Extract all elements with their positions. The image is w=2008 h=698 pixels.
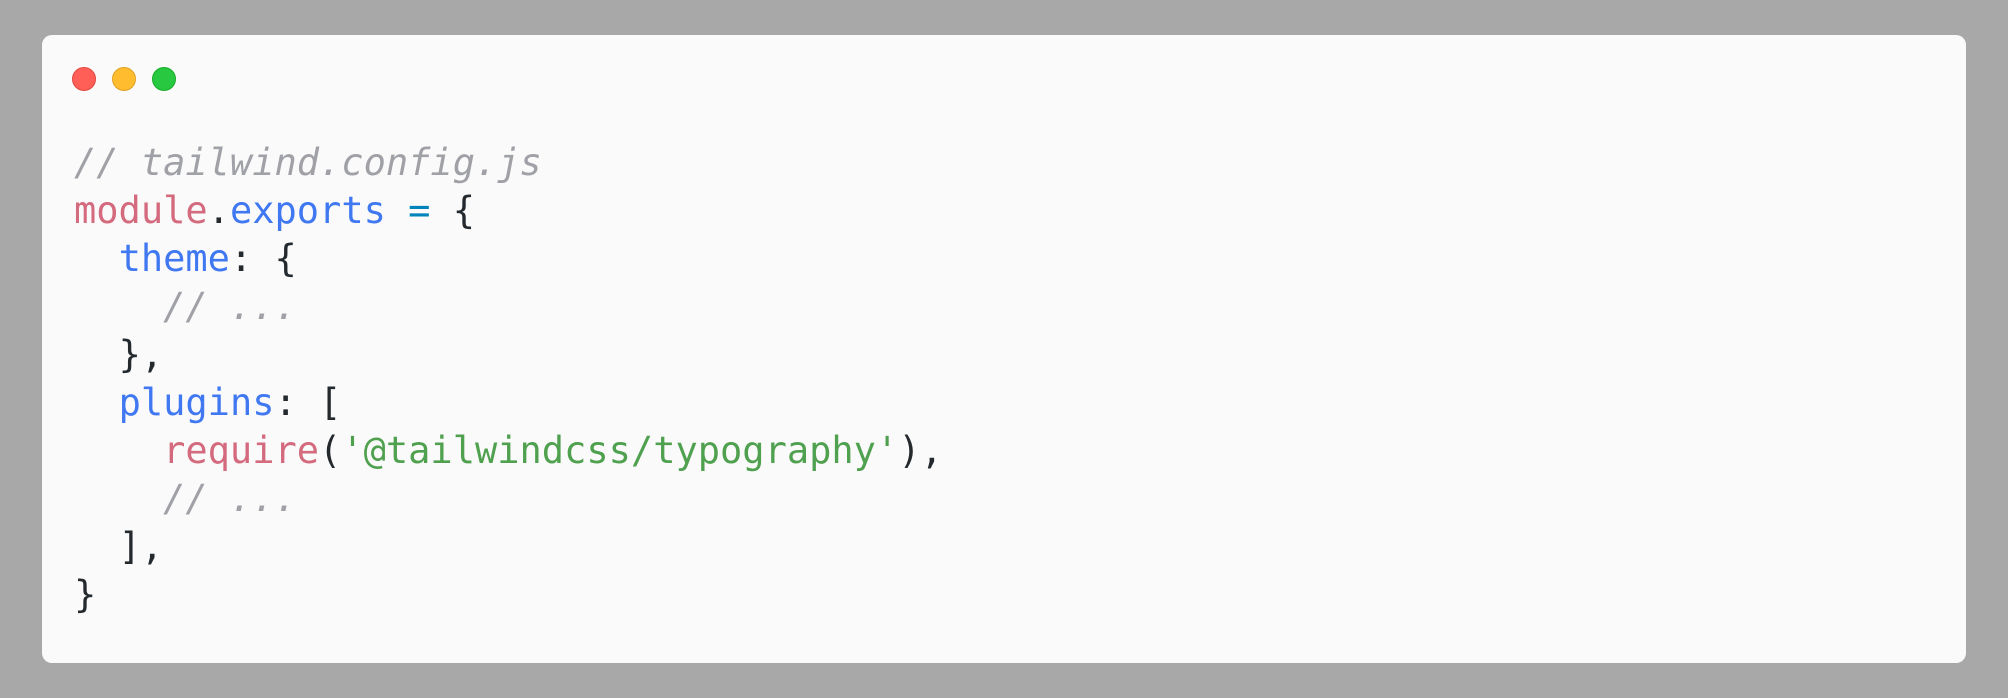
code-line-3: theme: {: [74, 235, 943, 283]
code-punct: [: [319, 381, 342, 424]
code-property: theme: [118, 237, 230, 280]
code-punct: {: [274, 237, 297, 280]
minimize-dot-icon[interactable]: [112, 67, 136, 91]
code-property: exports: [229, 189, 386, 232]
code-comment: // tailwind.config.js: [74, 141, 542, 184]
code-line-4: // ...: [74, 283, 943, 331]
code-keyword: module: [74, 189, 208, 232]
code-line-2: module.exports = {: [74, 187, 943, 235]
code-punct: ],: [118, 525, 164, 568]
code-line-9: ],: [74, 523, 943, 571]
code-punct: ),: [898, 429, 943, 472]
code-comment: // ...: [163, 285, 297, 328]
code-line-1: // tailwind.config.js: [74, 139, 943, 187]
code-punct: :: [274, 381, 320, 424]
code-line-10: }: [74, 571, 943, 619]
code-block: // tailwind.config.js module.exports = { …: [74, 139, 943, 619]
code-line-8: // ...: [74, 475, 943, 523]
code-line-5: },: [74, 331, 943, 379]
code-punct: (: [319, 429, 342, 472]
code-window: // tailwind.config.js module.exports = { …: [42, 35, 1966, 663]
code-punct: .: [207, 189, 230, 232]
code-function: require: [163, 429, 320, 472]
code-line-6: plugins: [: [74, 379, 943, 427]
code-property: plugins: [118, 381, 275, 424]
code-line-7: require('@tailwindcss/typography'),: [74, 427, 943, 475]
code-punct: }: [74, 573, 97, 616]
code-comment: // ...: [163, 477, 297, 520]
code-string: '@tailwindcss/typography': [341, 429, 899, 472]
window-controls: [72, 67, 176, 91]
code-punct: },: [118, 333, 164, 376]
close-dot-icon[interactable]: [72, 67, 96, 91]
code-punct: {: [452, 189, 475, 232]
zoom-dot-icon[interactable]: [152, 67, 176, 91]
code-punct: :: [229, 237, 275, 280]
code-operator: =: [385, 189, 453, 232]
